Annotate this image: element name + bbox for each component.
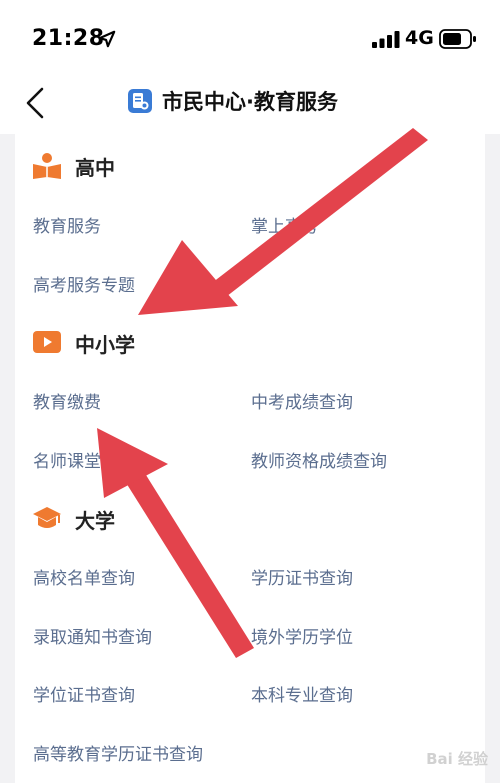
service-item[interactable]: 中考成绩查询 <box>251 388 353 413</box>
section-title-primary-middle: 中小学 <box>75 333 135 357</box>
service-item[interactable]: 高校名单查询 <box>33 564 135 589</box>
service-item[interactable]: 境外学历学位 <box>251 623 353 648</box>
watermark: Bai 经验 <box>426 750 488 768</box>
back-chevron-icon[interactable] <box>22 86 48 120</box>
service-item[interactable]: 掌上高考 <box>251 212 319 237</box>
network-type: 4G <box>405 27 434 49</box>
service-item[interactable]: 高考服务专题 <box>33 271 135 296</box>
location-arrow-icon <box>98 30 116 48</box>
page-title: 市民中心·教育服务 <box>162 90 338 114</box>
graduation-cap-icon <box>33 507 61 528</box>
battery-icon <box>439 29 476 49</box>
service-item[interactable]: 教师资格成绩查询 <box>251 447 387 472</box>
service-item[interactable]: 教育缴费 <box>33 388 101 413</box>
service-item[interactable]: 本科专业查询 <box>251 681 353 706</box>
service-item[interactable]: 名师课堂 <box>33 447 101 472</box>
play-video-icon <box>33 331 61 353</box>
page-title-wrap: 市民中心·教育服务 <box>128 84 338 118</box>
document-badge-icon <box>128 89 152 113</box>
service-item[interactable]: 学历证书查询 <box>251 564 353 589</box>
status-time: 21:28 <box>32 26 105 51</box>
service-item[interactable]: 学位证书查询 <box>33 681 135 706</box>
service-item[interactable]: 教育服务 <box>33 212 101 237</box>
signal-bars-icon <box>372 31 400 48</box>
nav-bar: 市民中心·教育服务 <box>0 70 500 134</box>
reading-person-icon <box>33 153 61 179</box>
section-title-high-school: 高中 <box>75 156 115 180</box>
status-bar: 21:28 4G <box>0 0 500 70</box>
service-item[interactable]: 录取通知书查询 <box>33 623 152 648</box>
service-list: 高中 教育服务 掌上高考 高考服务专题 中小学 教育缴费 中考成绩查询 名师课堂… <box>15 134 485 783</box>
service-item[interactable]: 高等教育学历证书查询 <box>33 740 203 765</box>
section-title-university: 大学 <box>75 509 115 533</box>
